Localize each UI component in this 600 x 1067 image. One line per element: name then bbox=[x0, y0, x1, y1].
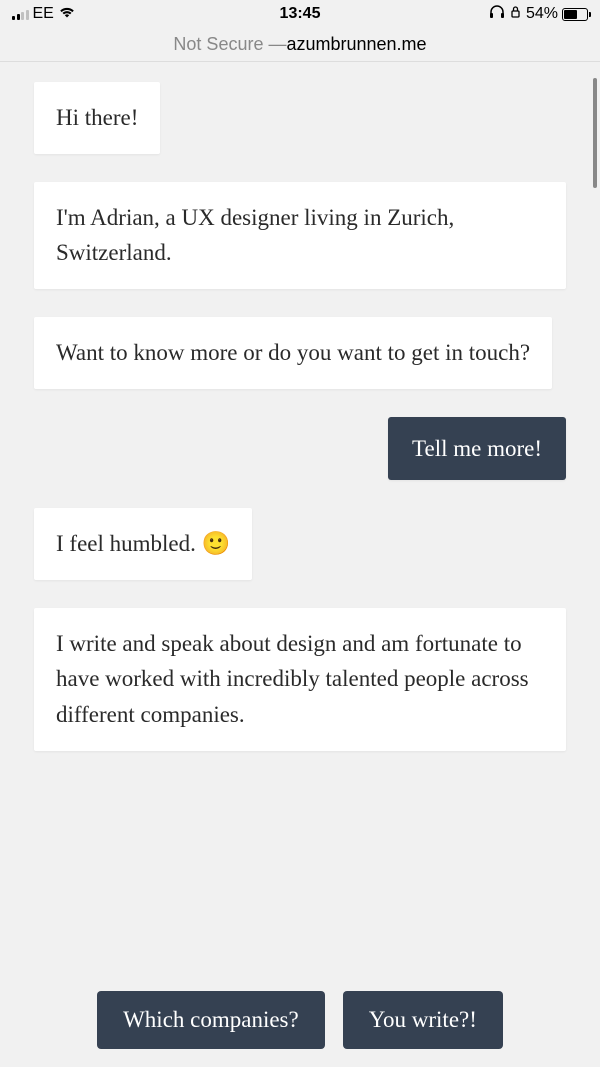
scrollbar[interactable] bbox=[593, 78, 597, 188]
chat-container: Hi there! I'm Adrian, a UX designer livi… bbox=[0, 62, 600, 771]
bot-message: I feel humbled. 🙂 bbox=[34, 508, 252, 580]
domain-label: azumbrunnen.me bbox=[286, 34, 426, 55]
rotation-lock-icon bbox=[509, 5, 522, 24]
battery-percent: 54% bbox=[526, 5, 558, 23]
which-companies-button[interactable]: Which companies? bbox=[97, 991, 325, 1049]
wifi-icon bbox=[58, 5, 76, 23]
battery-icon bbox=[562, 8, 588, 21]
bot-message: Hi there! bbox=[34, 82, 160, 154]
browser-url-bar[interactable]: Not Secure — azumbrunnen.me bbox=[0, 28, 600, 62]
user-message: Tell me more! bbox=[388, 417, 566, 481]
reply-actions: Which companies? You write?! bbox=[0, 991, 600, 1049]
bot-message: Want to know more or do you want to get … bbox=[34, 317, 552, 389]
you-write-button[interactable]: You write?! bbox=[343, 991, 503, 1049]
carrier-label: EE bbox=[33, 5, 54, 23]
headphones-icon bbox=[489, 5, 505, 24]
status-left: EE bbox=[12, 5, 76, 23]
bot-message: I write and speak about design and am fo… bbox=[34, 608, 566, 751]
clock: 13:45 bbox=[280, 5, 321, 23]
status-bar: EE 13:45 54% bbox=[0, 0, 600, 28]
security-label: Not Secure — bbox=[173, 34, 286, 55]
status-right: 54% bbox=[489, 5, 588, 24]
bot-message: I'm Adrian, a UX designer living in Zuri… bbox=[34, 182, 566, 289]
signal-icon bbox=[12, 8, 29, 20]
